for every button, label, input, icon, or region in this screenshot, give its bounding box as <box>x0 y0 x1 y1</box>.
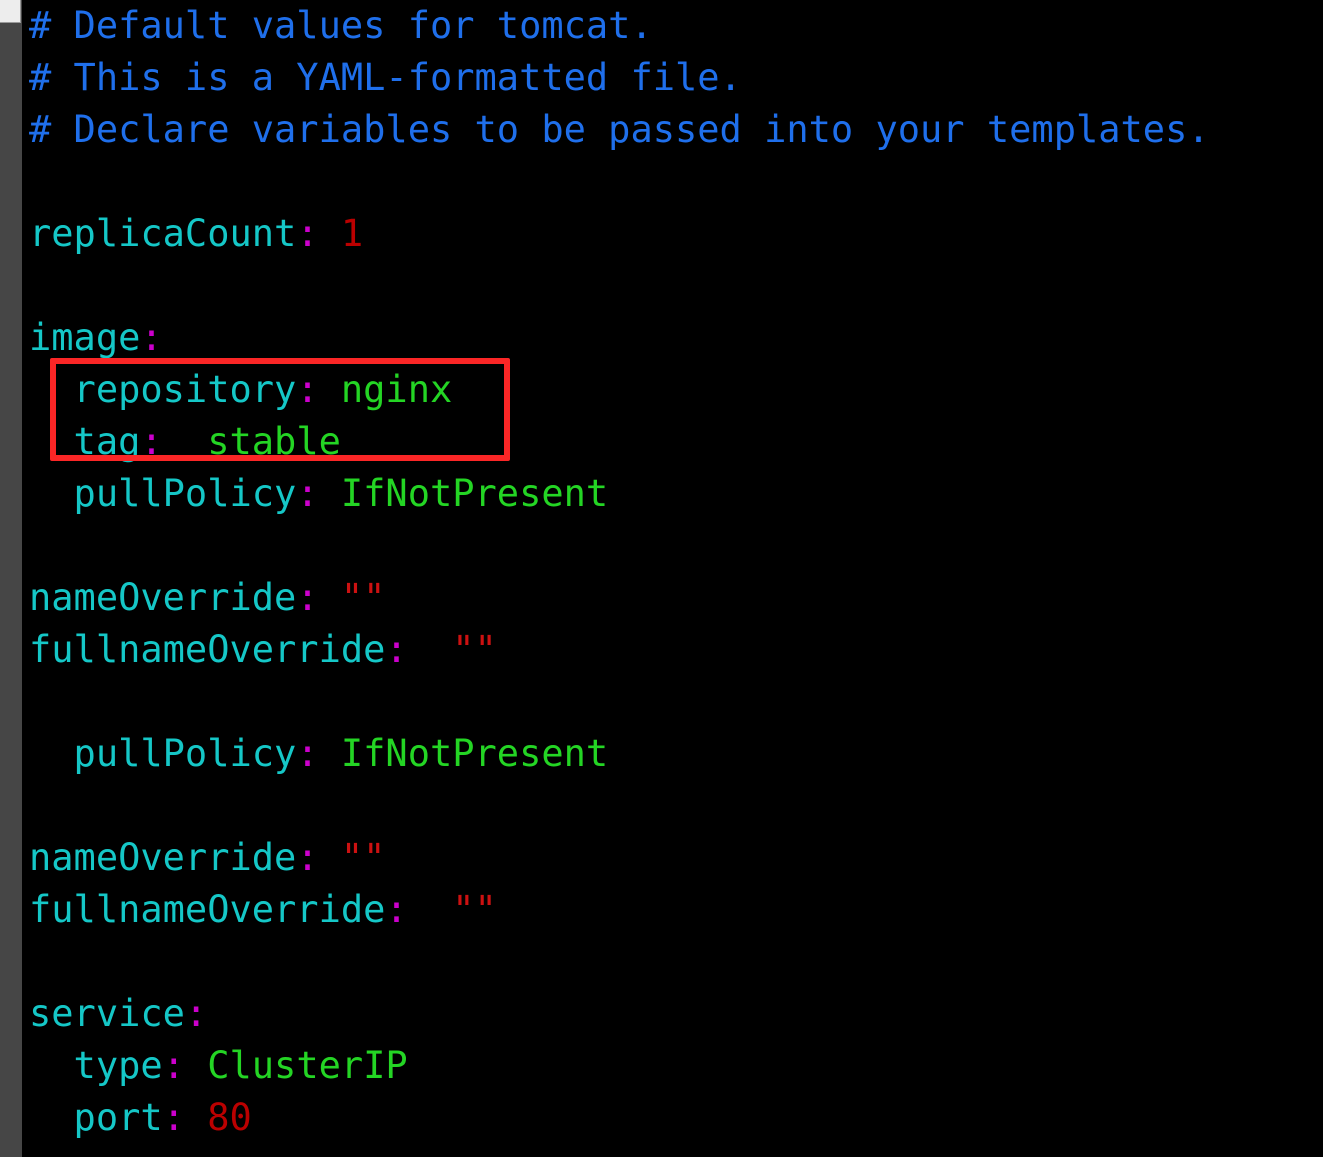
code-token-key: pullPolicy <box>29 732 297 775</box>
code-token-comment: # Default values for tomcat. <box>29 4 653 47</box>
code-line[interactable]: l14 <box>29 676 96 728</box>
code-token-colon: : <box>296 836 319 879</box>
code-token-str: "" <box>318 836 386 879</box>
code-token-colon: : <box>385 888 408 931</box>
code-line[interactable]: port: 80 <box>29 1092 252 1144</box>
code-line[interactable]: # Default values for tomcat. <box>29 0 653 52</box>
code-token-val: nginx <box>318 368 453 411</box>
code-token-colon: : <box>296 576 319 619</box>
code-token-colon: : <box>296 472 319 515</box>
code-token-key: fullnameOverride <box>29 888 386 931</box>
code-line[interactable]: service: <box>29 988 207 1040</box>
code-token-colon: : <box>140 420 163 463</box>
code-line[interactable]: # This is a YAML-formatted file. <box>29 52 742 104</box>
code-token-key: type <box>29 1044 163 1087</box>
vertical-scrollbar-thumb[interactable] <box>0 0 21 23</box>
code-line[interactable]: # Declare variables to be passed into yo… <box>29 104 1210 156</box>
code-token-colon: : <box>184 992 208 1035</box>
code-line[interactable]: pullPolicy: IfNotPresent <box>29 468 609 520</box>
code-token-key: port <box>29 1096 163 1139</box>
vertical-scrollbar[interactable] <box>0 0 22 1157</box>
code-token-key: fullnameOverride <box>29 628 386 671</box>
code-line[interactable]: type: ClusterIP <box>29 1040 408 1092</box>
code-text-area[interactable]: # Default values for tomcat. # This is a … <box>22 0 1323 1157</box>
code-token-colon: : <box>140 316 163 359</box>
code-line[interactable]: nameOverride: "" <box>29 832 385 884</box>
code-token-val: IfNotPresent <box>318 732 609 775</box>
code-token-colon: : <box>162 1044 185 1087</box>
code-line[interactable]: l4 <box>29 156 74 208</box>
code-line[interactable]: tag: stable <box>29 416 341 468</box>
code-line[interactable]: l6 <box>29 260 74 312</box>
code-line[interactable]: l19 <box>29 936 96 988</box>
code-token-str: "" <box>407 888 497 931</box>
code-token-colon: : <box>385 628 408 671</box>
code-token-val: IfNotPresent <box>318 472 609 515</box>
code-token-colon: : <box>296 368 319 411</box>
code-token-comment: # This is a YAML-formatted file. <box>29 56 742 99</box>
code-token-num: 80 <box>184 1096 252 1139</box>
code-line[interactable]: pullPolicy: IfNotPresent <box>29 728 609 780</box>
code-token-key: tag <box>29 420 141 463</box>
yaml-editor-window: # Default values for tomcat. # This is a … <box>0 0 1323 1157</box>
code-token-val: stable <box>162 420 341 463</box>
code-line[interactable]: replicaCount: 1 <box>29 208 363 260</box>
code-line[interactable]: nameOverride: "" <box>29 572 385 624</box>
code-token-colon: : <box>296 732 319 775</box>
code-line[interactable]: repository: nginx <box>29 364 453 416</box>
code-token-num: 1 <box>318 212 364 255</box>
code-line[interactable]: fullnameOverride: "" <box>29 624 497 676</box>
code-token-str: "" <box>407 628 497 671</box>
code-token-key: nameOverride <box>29 576 297 619</box>
code-token-key: service <box>29 992 185 1035</box>
code-token-colon: : <box>296 212 319 255</box>
code-line[interactable]: l11 <box>29 520 96 572</box>
code-token-key: image <box>29 316 141 359</box>
code-token-colon: : <box>162 1096 185 1139</box>
code-line[interactable]: image: <box>29 312 163 364</box>
code-token-key: nameOverride <box>29 836 297 879</box>
code-token-comment: # Declare variables to be passed into yo… <box>29 108 1210 151</box>
code-token-val: ClusterIP <box>184 1044 408 1087</box>
code-token-key: replicaCount <box>29 212 297 255</box>
code-token-key: pullPolicy <box>29 472 297 515</box>
code-line[interactable]: fullnameOverride: "" <box>29 884 497 936</box>
code-token-key: repository <box>29 368 297 411</box>
code-token-str: "" <box>318 576 386 619</box>
code-line[interactable]: l16 <box>29 780 96 832</box>
